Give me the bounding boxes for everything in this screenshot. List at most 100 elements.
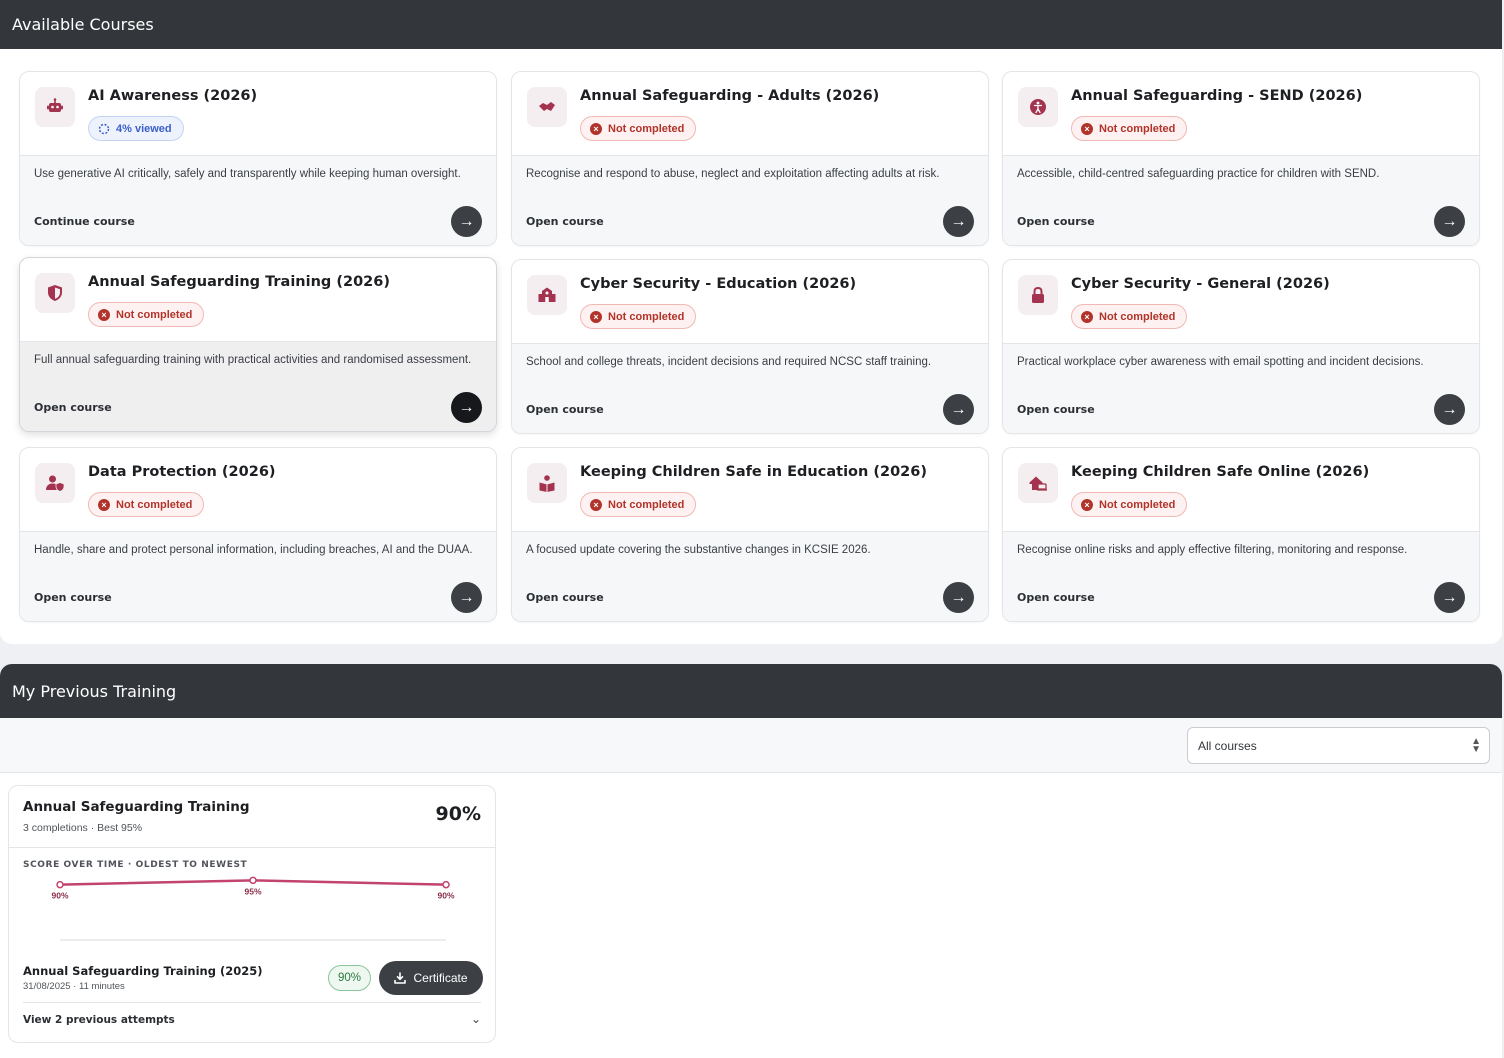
- data-point: [249, 876, 257, 885]
- course-title: AI Awareness (2026): [88, 88, 258, 104]
- course-description: Practical workplace cyber awareness with…: [1017, 356, 1424, 368]
- arrow-right-icon[interactable]: →: [1434, 206, 1465, 237]
- course-card-header: AI Awareness (2026) 4% viewed: [20, 72, 496, 155]
- previous-training-card: Annual Safeguarding Training 3 completio…: [8, 785, 496, 1043]
- book-reader-icon: [527, 463, 567, 503]
- course-title: Cyber Security - Education (2026): [580, 276, 857, 292]
- data-point: [56, 880, 64, 889]
- course-card-body: A focused update covering the substantiv…: [512, 531, 988, 621]
- course-title: Keeping Children Safe in Education (2026…: [580, 464, 927, 480]
- course-title: Data Protection (2026): [88, 464, 276, 480]
- course-title: Annual Safeguarding - SEND (2026): [1071, 88, 1363, 104]
- course-card[interactable]: Keeping Children Safe Online (2026) × Not …: [1002, 447, 1480, 622]
- previous-training-header: My Previous Training: [0, 664, 1502, 718]
- course-description: A focused update covering the substantiv…: [526, 544, 871, 556]
- status-badge: × Not completed: [88, 302, 205, 327]
- shield-icon: [35, 273, 75, 313]
- arrow-right-icon[interactable]: →: [451, 582, 482, 613]
- arrow-right-icon[interactable]: →: [943, 394, 974, 425]
- course-card[interactable]: Cyber Security - Education (2026) × Not co…: [511, 259, 989, 434]
- course-title: Annual Safeguarding - Adults (2026): [580, 88, 880, 104]
- filter-bar: All courses ▲ ▼: [0, 718, 1502, 773]
- previous-training-title: My Previous Training: [12, 681, 177, 701]
- progress-badge: 4% viewed: [88, 116, 184, 141]
- course-card-body: School and college threats, incident dec…: [512, 343, 988, 433]
- course-card[interactable]: Cyber Security - General (2026) × Not comp…: [1002, 259, 1480, 434]
- data-label: 95%: [244, 886, 261, 896]
- course-title: Cyber Security - General (2026): [1071, 276, 1330, 292]
- arrow-right-icon[interactable]: →: [451, 392, 482, 423]
- course-card[interactable]: Annual Safeguarding - Adults (2026) × Not …: [511, 71, 989, 246]
- lock-icon: [1018, 275, 1058, 315]
- x-circle-icon: ×: [98, 498, 110, 511]
- user-shield-icon: [35, 463, 75, 503]
- course-card-header: Annual Safeguarding - Adults (2026) × Not …: [512, 72, 988, 155]
- status-badge: × Not completed: [1071, 116, 1188, 141]
- arrow-right-icon[interactable]: →: [451, 206, 482, 237]
- course-description: Recognise online risks and apply effecti…: [1017, 544, 1408, 556]
- course-filter-select[interactable]: All courses ▲ ▼: [1187, 727, 1490, 764]
- certificate-button-label: Certificate: [413, 971, 468, 985]
- course-card[interactable]: Data Protection (2026) × Not completed Hand…: [19, 447, 497, 622]
- arrow-right-icon[interactable]: →: [943, 582, 974, 613]
- status-badge: × Not completed: [580, 304, 697, 329]
- course-action-link[interactable]: Open course: [34, 591, 112, 604]
- course-card-header: Keeping Children Safe in Education (2026…: [512, 448, 988, 531]
- available-courses-header: Available Courses: [0, 0, 1502, 49]
- status-badge: × Not completed: [1071, 304, 1188, 329]
- course-card-header: Cyber Security - Education (2026) × Not co…: [512, 260, 988, 343]
- course-description: Use generative AI critically, safely and…: [34, 168, 461, 180]
- course-card[interactable]: Annual Safeguarding - SEND (2026) × Not co…: [1002, 71, 1480, 246]
- arrow-right-icon[interactable]: →: [1434, 394, 1465, 425]
- arrow-right-icon[interactable]: →: [1434, 582, 1465, 613]
- available-courses-title: Available Courses: [12, 15, 154, 34]
- x-circle-icon: ×: [1081, 122, 1093, 135]
- course-action-link[interactable]: Open course: [1017, 591, 1095, 604]
- course-card-body: Recognise online risks and apply effecti…: [1003, 531, 1479, 621]
- course-description: Recognise and respond to abuse, neglect …: [526, 168, 940, 180]
- course-title: Keeping Children Safe Online (2026): [1071, 464, 1370, 480]
- course-action-link[interactable]: Open course: [526, 215, 604, 228]
- course-card-body: Recognise and respond to abuse, neglect …: [512, 155, 988, 245]
- status-text: Not completed: [116, 498, 193, 511]
- house-laptop-icon: [1018, 463, 1058, 503]
- course-card-header: Annual Safeguarding - SEND (2026) × Not co…: [1003, 72, 1479, 155]
- course-card[interactable]: Keeping Children Safe in Education (2026…: [511, 447, 989, 622]
- course-action-link[interactable]: Open course: [1017, 403, 1095, 416]
- status-text: Not completed: [1099, 310, 1176, 323]
- status-text: Not completed: [608, 310, 685, 323]
- view-previous-attempts-toggle[interactable]: View 2 previous attempts: [23, 1014, 175, 1026]
- status-text: 4% viewed: [116, 122, 172, 135]
- status-badge: × Not completed: [580, 116, 697, 141]
- course-card-body: Handle, share and protect personal infor…: [20, 531, 496, 621]
- status-text: Not completed: [116, 308, 193, 321]
- course-action-link[interactable]: Continue course: [34, 215, 135, 228]
- training-title: Annual Safeguarding Training: [23, 799, 250, 815]
- x-circle-icon: ×: [590, 498, 602, 511]
- x-circle-icon: ×: [1081, 310, 1093, 323]
- available-courses-panel: Available Courses AI Awareness (2026) 4% …: [0, 0, 1502, 644]
- course-card[interactable]: AI Awareness (2026) 4% viewed Use generati…: [19, 71, 497, 246]
- course-card[interactable]: Annual Safeguarding Training (2026) × Not …: [19, 257, 497, 432]
- select-caret-icon: ▲ ▼: [1471, 736, 1481, 755]
- spinner-icon: [98, 123, 110, 134]
- school-icon: [527, 275, 567, 315]
- chevron-down-icon[interactable]: ⌄: [471, 1012, 481, 1026]
- course-card-header: Annual Safeguarding Training (2026) × Not …: [20, 258, 496, 341]
- training-subtitle: 3 completions · Best 95%: [23, 822, 143, 834]
- arrow-right-icon[interactable]: →: [943, 206, 974, 237]
- course-action-link[interactable]: Open course: [526, 591, 604, 604]
- course-card-body: Full annual safeguarding training with p…: [20, 341, 496, 431]
- divider: [23, 1002, 481, 1003]
- course-card-header: Cyber Security - General (2026) × Not comp…: [1003, 260, 1479, 343]
- chart-label: SCORE OVER TIME · OLDEST TO NEWEST: [23, 860, 248, 870]
- certificate-button[interactable]: Certificate: [379, 961, 483, 995]
- handshake-icon: [527, 87, 567, 127]
- course-description: Full annual safeguarding training with p…: [34, 354, 472, 366]
- status-text: Not completed: [608, 122, 685, 135]
- course-action-link[interactable]: Open course: [1017, 215, 1095, 228]
- course-action-link[interactable]: Open course: [526, 403, 604, 416]
- course-action-link[interactable]: Open course: [34, 401, 112, 414]
- course-card-body: Accessible, child-centred safeguarding p…: [1003, 155, 1479, 245]
- download-icon: [394, 972, 407, 984]
